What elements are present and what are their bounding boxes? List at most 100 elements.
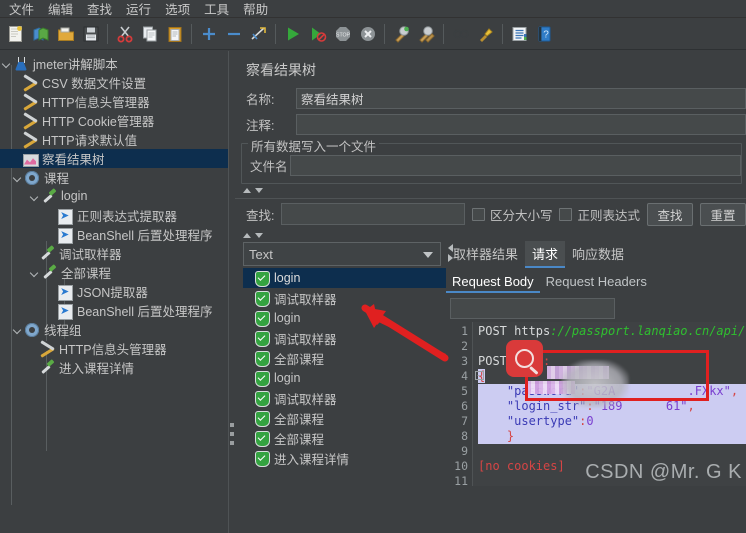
result-row[interactable]: login <box>243 308 446 328</box>
collapse-strip-1 <box>235 184 746 196</box>
tree-item-sampler-all-courses[interactable]: 全部课程 <box>0 263 228 282</box>
menu-options[interactable]: 选项 <box>158 0 197 20</box>
result-row[interactable]: 全部课程 <box>243 348 446 368</box>
find-input[interactable] <box>281 203 465 225</box>
tree-item-http-header-manager-2[interactable]: HTTP信息头管理器 <box>0 339 228 358</box>
pipette-icon <box>39 360 56 376</box>
search-button[interactable] <box>448 21 473 47</box>
save-button[interactable] <box>78 21 103 47</box>
add-button[interactable] <box>196 21 221 47</box>
line-number: 10 <box>454 459 468 473</box>
tree-item-csv-data-set[interactable]: CSV 数据文件设置 <box>0 73 228 92</box>
copy-button[interactable] <box>137 21 162 47</box>
tree-item-debug-sampler[interactable]: 调试取样器 <box>0 244 228 263</box>
result-row-selected[interactable]: login <box>243 268 446 288</box>
tree-item-http-request-defaults[interactable]: HTTP请求默认值 <box>0 130 228 149</box>
start-button[interactable] <box>280 21 305 47</box>
tab-sampler-result[interactable]: 取样器结果 <box>446 241 525 267</box>
menu-tools[interactable]: 工具 <box>197 0 236 20</box>
success-shield-icon <box>253 390 270 407</box>
wrench-icon <box>22 113 39 129</box>
fold-toggle-icon[interactable]: − <box>475 371 484 380</box>
chevron-down-icon[interactable] <box>11 323 24 336</box>
cut-button[interactable] <box>112 21 137 47</box>
body-filter-input[interactable] <box>450 298 615 319</box>
case-sensitive-checkbox[interactable]: 区分大小写 <box>471 205 552 224</box>
tree-item-http-header-manager[interactable]: HTTP信息头管理器 <box>0 92 228 111</box>
subtab-request-headers[interactable]: Request Headers <box>540 272 653 293</box>
menu-edit[interactable]: 编辑 <box>41 0 80 20</box>
code-segment: } <box>478 429 515 443</box>
test-plan-tree[interactable]: jmeter讲解脚本 CSV 数据文件设置 HTTP信息头管理器 HTTP Co… <box>0 51 228 533</box>
tab-request[interactable]: 请求 <box>525 241 566 268</box>
menu-help[interactable]: 帮助 <box>236 0 275 20</box>
tab-response-data[interactable]: 响应数据 <box>565 241 631 267</box>
checkbox-box[interactable] <box>471 207 485 221</box>
subtab-request-body[interactable]: Request Body <box>446 272 540 293</box>
chevron-down-icon[interactable] <box>11 171 24 184</box>
tree-item-beanshell-postprocessor-1[interactable]: BeanShell 后置处理程序 <box>0 225 228 244</box>
tree-item-sampler-login[interactable]: login <box>0 187 228 206</box>
tree-item-json-extractor[interactable]: JSON提取器 <box>0 282 228 301</box>
renderer-select[interactable]: Text <box>243 242 441 266</box>
result-row[interactable]: 全部课程 <box>243 408 446 428</box>
collapse-up-icon[interactable] <box>243 187 251 193</box>
tree-item-http-cookie-manager[interactable]: HTTP Cookie管理器 <box>0 111 228 130</box>
result-row[interactable]: 全部课程 <box>243 428 446 448</box>
tree-item-view-results-tree[interactable]: 察看结果树 <box>0 149 228 168</box>
result-row[interactable]: 调试取样器 <box>243 328 446 348</box>
pane-splitter[interactable] <box>228 51 235 533</box>
tree-item-sampler-course-detail[interactable]: 进入课程详情 <box>0 358 228 377</box>
result-row[interactable]: 调试取样器 <box>243 388 446 408</box>
menu-file[interactable]: 文件 <box>2 0 41 20</box>
templates-button[interactable] <box>28 21 53 47</box>
code-segment-url: ://passport.lanqiao.cn/api/ <box>550 324 746 338</box>
chevron-down-icon[interactable] <box>423 252 433 258</box>
collapse-up-icon[interactable] <box>243 232 251 238</box>
collapse-down-icon[interactable] <box>255 187 263 193</box>
function-helper-button[interactable] <box>473 21 498 47</box>
help-button[interactable]: ? <box>532 21 557 47</box>
tree-item-test-plan[interactable]: jmeter讲解脚本 <box>0 54 228 73</box>
request-body-editor[interactable]: 1 2 3 4 5 6 7 8 9 10 11 POST https://pas… <box>446 322 746 486</box>
start-no-pauses-button[interactable] <box>305 21 330 47</box>
code-content[interactable]: POST https://passport.lanqiao.cn/api/ PO… <box>473 322 746 486</box>
chevron-down-icon[interactable] <box>28 266 41 279</box>
tree-item-beanshell-postprocessor-2[interactable]: BeanShell 后置处理程序 <box>0 301 228 320</box>
open-button[interactable] <box>53 21 78 47</box>
clear-all-button[interactable] <box>414 21 439 47</box>
regex-checkbox[interactable]: 正则表达式 <box>559 205 640 224</box>
tree-item-thread-group[interactable]: 线程组 <box>0 320 228 339</box>
tree-item-label: BeanShell 后置处理程序 <box>77 228 213 243</box>
results-list[interactable]: login 调试取样器 login 调试取样器 全部课程 login 调试取样器… <box>243 268 446 468</box>
menu-bar: 文件 编辑 查找 运行 选项 工具 帮助 <box>0 0 746 18</box>
name-input[interactable] <box>296 87 746 109</box>
paste-button[interactable] <box>162 21 187 47</box>
tree-item-regex-extractor[interactable]: 正则表达式提取器 <box>0 206 228 225</box>
filename-input[interactable] <box>290 154 741 176</box>
comment-input[interactable] <box>296 113 746 135</box>
new-button[interactable] <box>3 21 28 47</box>
shutdown-button[interactable] <box>355 21 380 47</box>
result-row[interactable]: 调试取样器 <box>243 288 446 308</box>
tree-item-label: 正则表达式提取器 <box>77 209 178 224</box>
result-row[interactable]: 进入课程详情 <box>243 448 446 468</box>
toggle-button[interactable] <box>246 21 271 47</box>
collapse-down-icon[interactable] <box>255 232 263 238</box>
remove-button[interactable] <box>221 21 246 47</box>
checkbox-box[interactable] <box>559 207 573 221</box>
log-viewer-button[interactable] <box>507 21 532 47</box>
tree-item-thread-group-kecheng[interactable]: 课程 <box>0 168 228 187</box>
find-button[interactable]: 查找 <box>647 202 693 226</box>
stop-button[interactable]: STOP <box>330 21 355 47</box>
svg-text:STOP: STOP <box>335 32 350 38</box>
chevron-down-icon[interactable] <box>0 57 13 70</box>
reset-button[interactable]: 重置 <box>700 202 746 226</box>
result-row[interactable]: login <box>243 368 446 388</box>
chevron-down-icon[interactable] <box>28 190 41 203</box>
clear-button[interactable] <box>389 21 414 47</box>
menu-run[interactable]: 运行 <box>119 0 158 20</box>
name-row: 名称: <box>235 86 746 110</box>
success-shield-icon <box>253 410 270 427</box>
menu-search[interactable]: 查找 <box>80 0 119 20</box>
